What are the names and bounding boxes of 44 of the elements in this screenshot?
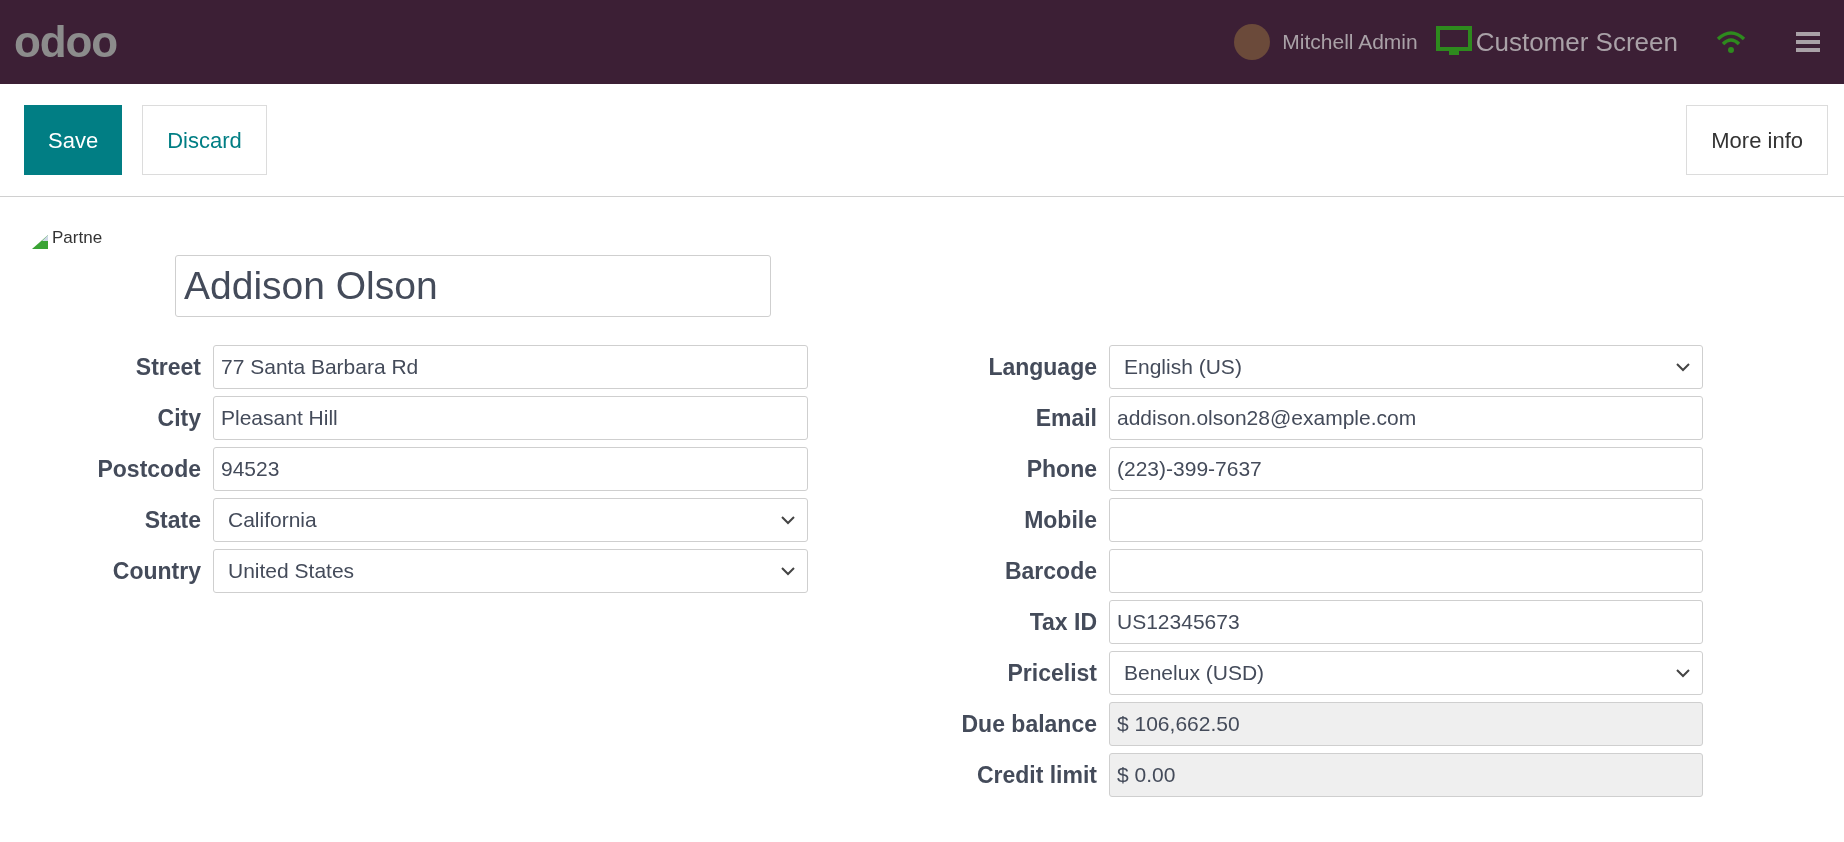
field-label: Street <box>134 352 202 382</box>
field-label: Postcode <box>96 454 202 484</box>
dropdown-field[interactable]: California <box>213 498 808 542</box>
field-label: Pricelist <box>1006 658 1098 688</box>
dropdown-field[interactable]: Benelux (USD) <box>1109 651 1703 695</box>
readonly-field[interactable]: $ 106,662.50 <box>1109 702 1703 746</box>
image-alt-text: Partne <box>52 228 103 247</box>
field-label: Credit limit <box>975 760 1098 790</box>
field-label: Phone <box>1025 454 1098 484</box>
input-field[interactable]: 94523 <box>213 447 808 491</box>
field-label: State <box>143 505 202 535</box>
field-label: Email <box>1034 403 1098 433</box>
input-field[interactable]: addison.olson28@example.com <box>1109 396 1703 440</box>
input-field[interactable]: US12345673 <box>1109 600 1703 644</box>
wifi-icon <box>1716 30 1746 54</box>
save-button[interactable]: Save <box>24 105 123 175</box>
logo: odoo <box>14 20 118 64</box>
customer-screen-label[interactable]: Customer Screen <box>1475 22 1678 62</box>
field-label: City <box>156 403 202 433</box>
input-field[interactable] <box>1109 549 1703 593</box>
field-label: Tax ID <box>1028 607 1098 637</box>
chevron-down-icon <box>1676 668 1690 678</box>
chevron-down-icon <box>781 515 795 525</box>
input-field[interactable] <box>1109 498 1703 542</box>
more-info-button[interactable]: More info <box>1686 105 1828 175</box>
field-label: Country <box>111 556 202 586</box>
user-name[interactable]: Mitchell Admin <box>1282 26 1418 58</box>
chevron-down-icon <box>1676 362 1690 372</box>
field-label: Language <box>987 352 1098 382</box>
dropdown-field[interactable]: English (US) <box>1109 345 1703 389</box>
menu-icon[interactable] <box>1796 31 1820 53</box>
input-field[interactable]: (223)-399-7637 <box>1109 447 1703 491</box>
chevron-down-icon <box>781 566 795 576</box>
field-label: Mobile <box>1023 505 1098 535</box>
input-field[interactable]: Pleasant Hill <box>213 396 808 440</box>
discard-button[interactable]: Discard <box>142 105 267 175</box>
dropdown-field[interactable]: United States <box>213 549 808 593</box>
avatar-icon <box>1234 24 1271 60</box>
readonly-field[interactable]: $ 0.00 <box>1109 753 1703 797</box>
input-field[interactable]: 77 Santa Barbara Rd <box>213 345 808 389</box>
name-field[interactable]: Addison Olson <box>175 255 771 317</box>
monitor-icon <box>1435 26 1472 58</box>
field-label: Due balance <box>960 709 1098 739</box>
field-label: Barcode <box>1003 556 1098 586</box>
